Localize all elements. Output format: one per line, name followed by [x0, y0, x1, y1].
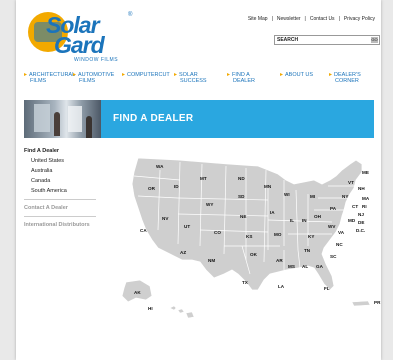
state-label-oh[interactable]: OH — [314, 214, 321, 219]
newsletter-link[interactable]: Newsletter — [277, 16, 301, 22]
state-label-nv[interactable]: NV — [162, 216, 168, 221]
state-label-wa[interactable]: WA — [156, 164, 163, 169]
state-label-mt[interactable]: MT — [200, 176, 207, 181]
arrow-icon: ▸ — [73, 72, 77, 78]
nav-find-a-dealer[interactable]: ▸ FIND A DEALER — [227, 72, 255, 84]
state-label-ar[interactable]: AR — [276, 258, 283, 263]
sidebar-item-canada[interactable]: Canada — [31, 177, 96, 187]
arrow-icon: ▸ — [329, 72, 333, 78]
link-separator: | — [304, 16, 306, 22]
site-map-link[interactable]: Site Map — [248, 16, 268, 22]
state-label-ca[interactable]: CA — [140, 228, 147, 233]
divider — [24, 216, 96, 217]
state-label-tn[interactable]: TN — [304, 248, 310, 253]
state-label-ms[interactable]: MS — [288, 264, 295, 269]
sidebar-link-international-distributors[interactable]: International Distributors — [24, 220, 96, 231]
page: Solar Gard ® WINDOW FILMS Site Map | Newsl… — [16, 0, 381, 360]
sidebar: Find A Dealer United States Australia Ca… — [24, 148, 96, 231]
state-label-mn[interactable]: MN — [264, 184, 271, 189]
page-banner: FIND A DEALER — [101, 100, 374, 138]
state-label-me[interactable]: ME — [362, 170, 369, 175]
state-label-sc[interactable]: SC — [330, 254, 336, 259]
state-label-ky[interactable]: KY — [308, 234, 314, 239]
state-label-vt[interactable]: VT — [348, 180, 354, 185]
state-label-va[interactable]: VA — [338, 230, 344, 235]
state-label-pr[interactable]: PR — [374, 300, 380, 305]
puerto-rico-shape — [351, 300, 371, 307]
state-label-nd[interactable]: ND — [238, 176, 245, 181]
hawaii-shape — [169, 305, 195, 319]
state-label-ak[interactable]: AK — [134, 290, 141, 295]
state-label-wi[interactable]: WI — [284, 192, 290, 197]
arrow-icon: ▸ — [280, 72, 284, 78]
nav-automotive-films[interactable]: ▸ AUTOMOTIVE FILMS — [73, 72, 114, 84]
page-title: FIND A DEALER — [113, 113, 194, 124]
banner-photo — [24, 100, 101, 138]
state-label-nc[interactable]: NC — [336, 242, 343, 247]
sidebar-link-contact-dealer[interactable]: Contact A Dealer — [24, 203, 96, 214]
divider — [24, 199, 96, 200]
state-label-tx[interactable]: TX — [242, 280, 248, 285]
state-label-ny[interactable]: NY — [342, 194, 348, 199]
arrow-icon: ▸ — [227, 72, 231, 78]
state-label-ct[interactable]: CT — [352, 204, 358, 209]
arrow-icon: ▸ — [122, 72, 126, 78]
arrow-icon: ▸ — [174, 72, 178, 78]
state-label-al[interactable]: AL — [302, 264, 308, 269]
state-label-ia[interactable]: IA — [270, 210, 275, 215]
state-label-nj[interactable]: NJ — [358, 212, 364, 217]
logo-subtitle: WINDOW FILMS — [74, 57, 119, 63]
contact-us-link[interactable]: Contact Us — [310, 16, 335, 22]
state-label-de[interactable]: DE — [358, 220, 364, 225]
state-label-hi[interactable]: HI — [148, 306, 153, 311]
state-label-or[interactable]: OR — [148, 186, 155, 191]
state-label-nh[interactable]: NH — [358, 186, 365, 191]
state-label-ma[interactable]: MA — [362, 196, 369, 201]
top-links: Site Map | Newsletter | Contact Us | Privacy P… — [246, 16, 377, 22]
privacy-policy-link[interactable]: Privacy Policy — [344, 16, 375, 22]
sidebar-heading[interactable]: Find A Dealer — [24, 148, 96, 154]
state-label-wv[interactable]: WV — [328, 224, 335, 229]
main-nav: ▸ ARCHITECTURAL FILMS ▸ AUTOMOTIVE FILMS ▸ CO… — [24, 72, 374, 94]
link-separator: | — [271, 16, 273, 22]
nav-dealers-corner[interactable]: ▸ DEALER'S CORNER — [329, 72, 361, 84]
state-label-il[interactable]: IL — [290, 218, 294, 223]
state-label-la[interactable]: LA — [278, 284, 284, 289]
state-label-pa[interactable]: PA — [330, 206, 336, 211]
state-label-ne[interactable]: NE — [240, 214, 246, 219]
state-label-ut[interactable]: UT — [184, 224, 190, 229]
state-label-az[interactable]: AZ — [180, 250, 186, 255]
state-label-md[interactable]: MD — [348, 218, 355, 223]
search-input[interactable]: SEARCH GO — [274, 35, 380, 45]
state-label-wy[interactable]: WY — [206, 202, 213, 207]
arrow-icon: ▸ — [24, 72, 28, 78]
link-separator: | — [338, 16, 340, 22]
search-go-button[interactable]: GO — [371, 37, 378, 43]
state-label-co[interactable]: CO — [214, 230, 221, 235]
state-label-mo[interactable]: MO — [274, 232, 281, 237]
us-dealer-map: WA OR ID MT ND MN WI MI SD WY NE IA IL I… — [118, 150, 380, 326]
state-label-in[interactable]: IN — [302, 218, 307, 223]
state-label-nm[interactable]: NM — [208, 258, 215, 263]
state-label-id[interactable]: ID — [174, 184, 179, 189]
nav-computercut[interactable]: ▸ COMPUTERCUT — [122, 72, 170, 78]
sidebar-item-south-america[interactable]: South America — [31, 187, 96, 197]
nav-architectural-films[interactable]: ▸ ARCHITECTURAL FILMS — [24, 72, 75, 84]
state-label-fl[interactable]: FL — [324, 286, 330, 291]
state-label-ks[interactable]: KS — [246, 234, 252, 239]
sidebar-item-australia[interactable]: Australia — [31, 167, 96, 177]
state-label-sd[interactable]: SD — [238, 194, 244, 199]
nav-about-us[interactable]: ▸ ABOUT US — [280, 72, 313, 78]
state-label-ri[interactable]: RI — [362, 204, 367, 209]
state-label-ok[interactable]: OK — [250, 252, 257, 257]
search-label: SEARCH — [277, 37, 299, 43]
logo-line2: Gard — [54, 32, 105, 58]
sidebar-item-united-states[interactable]: United States — [31, 157, 96, 167]
state-label-ga[interactable]: GA — [316, 264, 323, 269]
state-label-dc[interactable]: D.C. — [356, 228, 365, 233]
solar-gard-logo[interactable]: Solar Gard ® WINDOW FILMS — [28, 12, 138, 64]
nav-solar-success[interactable]: ▸ SOLAR SUCCESS — [174, 72, 207, 84]
registered-mark: ® — [128, 12, 133, 18]
state-label-mi[interactable]: MI — [310, 194, 315, 199]
